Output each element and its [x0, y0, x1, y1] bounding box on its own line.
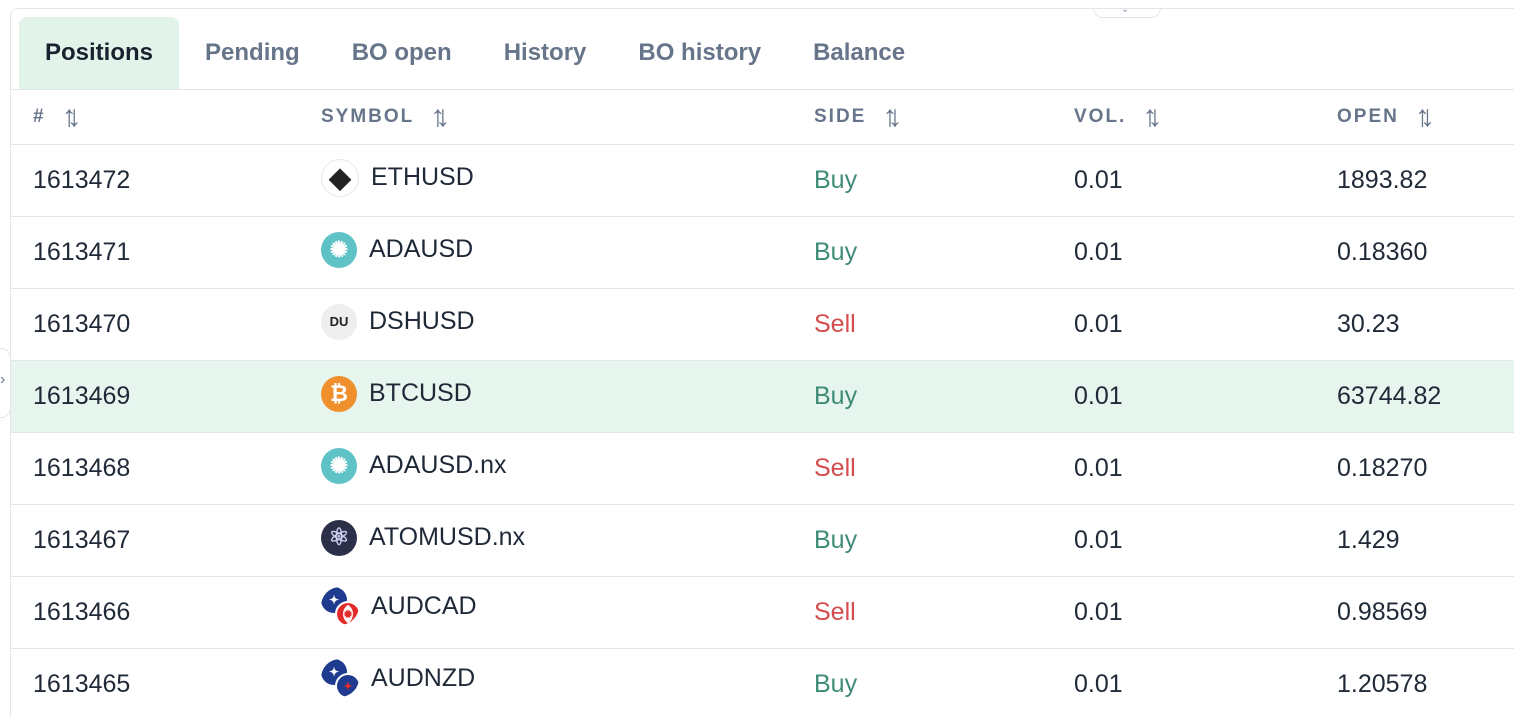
position-id: 1613465 — [11, 649, 321, 717]
tab-bar: Positions Pending BO open History BO his… — [19, 17, 1514, 89]
tab-history[interactable]: History — [478, 17, 613, 89]
symbol-name: ADAUSD — [369, 235, 473, 264]
symbol-name: DSHUSD — [369, 307, 475, 336]
sort-icon[interactable]: ↑↓ — [1142, 100, 1152, 134]
symbol-name: AUDCAD — [371, 592, 477, 621]
open-price: 0.18360 — [1337, 217, 1514, 289]
cardano-icon: ✺ — [321, 232, 357, 268]
symbol-name: AUDNZD — [371, 664, 475, 693]
tab-positions[interactable]: Positions — [19, 17, 179, 89]
symbol-name: ADAUSD.nx — [369, 451, 507, 480]
open-price: 1893.82 — [1337, 145, 1514, 217]
table-row[interactable]: 1613465 ✦✦ AUDNZD Buy 0.01 1.20578 — [11, 649, 1514, 717]
expand-sidebar-handle[interactable]: › — [0, 348, 11, 418]
cosmos-atom-icon: ⚛ — [321, 520, 357, 556]
chevron-right-icon: › — [0, 371, 5, 389]
volume-value: 0.01 — [1074, 217, 1337, 289]
column-header-vol[interactable]: VOL.↑↓ — [1074, 90, 1337, 145]
sort-icon[interactable]: ↑↓ — [882, 100, 892, 134]
side-value: Buy — [814, 217, 1074, 289]
position-id: 1613471 — [11, 217, 321, 289]
side-value: Sell — [814, 433, 1074, 505]
volume-value: 0.01 — [1074, 361, 1337, 433]
aud-nzd-flags-icon: ✦✦ — [321, 659, 359, 697]
tab-pending[interactable]: Pending — [179, 17, 326, 89]
table-row[interactable]: 1613469 ₿ BTCUSD Buy 0.01 63744.82 — [11, 361, 1514, 433]
position-id: 1613468 — [11, 433, 321, 505]
volume-value: 0.01 — [1074, 145, 1337, 217]
table-row[interactable]: 1613467 ⚛ ATOMUSD.nx Buy 0.01 1.429 — [11, 505, 1514, 577]
open-price: 63744.82 — [1337, 361, 1514, 433]
symbol-name: ETHUSD — [371, 163, 474, 192]
open-price: 1.429 — [1337, 505, 1514, 577]
positions-panel: ⌄ Positions Pending BO open History BO h… — [10, 8, 1514, 717]
position-id: 1613472 — [11, 145, 321, 217]
bitcoin-icon: ₿ — [321, 376, 357, 412]
aud-cad-flags-icon: ✦✹ — [321, 587, 359, 625]
position-id: 1613467 — [11, 505, 321, 577]
table-row[interactable]: 1613468 ✺ ADAUSD.nx Sell 0.01 0.18270 — [11, 433, 1514, 505]
column-header-id[interactable]: #↑↓ — [11, 90, 321, 145]
symbol-name: BTCUSD — [369, 379, 472, 408]
side-value: Buy — [814, 505, 1074, 577]
table-row[interactable]: 1613471 ✺ ADAUSD Buy 0.01 0.18360 — [11, 217, 1514, 289]
side-value: Sell — [814, 577, 1074, 649]
position-id: 1613469 — [11, 361, 321, 433]
chevron-down-icon: ⌄ — [1121, 8, 1129, 15]
sort-icon[interactable]: ↑↓ — [1415, 100, 1425, 134]
side-value: Buy — [814, 145, 1074, 217]
column-header-open[interactable]: OPEN↑↓ — [1337, 90, 1514, 145]
tab-bo-open[interactable]: BO open — [326, 17, 478, 89]
position-id: 1613470 — [11, 289, 321, 361]
position-id: 1613466 — [11, 577, 321, 649]
open-price: 1.20578 — [1337, 649, 1514, 717]
side-value: Sell — [814, 289, 1074, 361]
side-value: Buy — [814, 649, 1074, 717]
sort-icon[interactable]: ↑↓ — [430, 100, 440, 134]
open-price: 0.98569 — [1337, 577, 1514, 649]
tab-bo-history[interactable]: BO history — [612, 17, 787, 89]
column-header-symbol[interactable]: SYMBOL↑↓ — [321, 90, 814, 145]
volume-value: 0.01 — [1074, 649, 1337, 717]
dsh-icon: DU — [321, 304, 357, 340]
side-value: Buy — [814, 361, 1074, 433]
positions-table: #↑↓ SYMBOL↑↓ SIDE↑↓ VOL.↑↓ OPEN↑↓ 161347… — [11, 90, 1514, 717]
volume-value: 0.01 — [1074, 577, 1337, 649]
column-header-side[interactable]: SIDE↑↓ — [814, 90, 1074, 145]
open-price: 30.23 — [1337, 289, 1514, 361]
cardano-icon: ✺ — [321, 448, 357, 484]
table-row[interactable]: 1613472 ◆ ETHUSD Buy 0.01 1893.82 — [11, 145, 1514, 217]
tab-balance[interactable]: Balance — [787, 17, 931, 89]
table-row[interactable]: 1613466 ✦✹ AUDCAD Sell 0.01 0.98569 — [11, 577, 1514, 649]
volume-value: 0.01 — [1074, 289, 1337, 361]
sort-icon[interactable]: ↑↓ — [62, 100, 72, 134]
volume-value: 0.01 — [1074, 505, 1337, 577]
table-row[interactable]: 1613470 DU DSHUSD Sell 0.01 30.23 — [11, 289, 1514, 361]
ethereum-icon: ◆ — [321, 159, 359, 197]
volume-value: 0.01 — [1074, 433, 1337, 505]
table-header-row: #↑↓ SYMBOL↑↓ SIDE↑↓ VOL.↑↓ OPEN↑↓ — [11, 90, 1514, 145]
symbol-name: ATOMUSD.nx — [369, 523, 525, 552]
open-price: 0.18270 — [1337, 433, 1514, 505]
